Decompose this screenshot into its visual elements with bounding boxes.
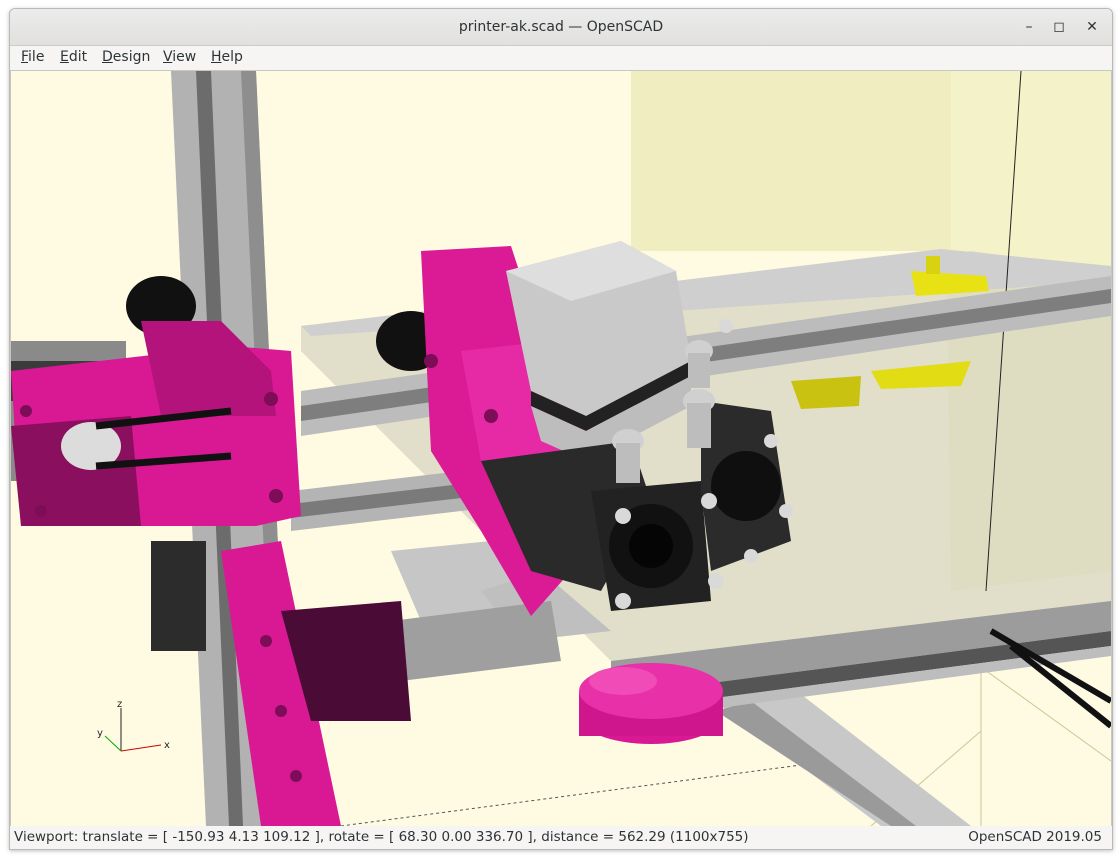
menu-design[interactable]: Design <box>102 49 150 65</box>
build-volume-side <box>631 71 951 251</box>
menu-file[interactable]: File <box>21 49 44 65</box>
menu-design-mnemonic: D <box>102 49 113 65</box>
title-bar[interactable]: printer-ak.scad — OpenSCAD – ◻ ✕ <box>10 9 1112 46</box>
screw <box>20 405 32 417</box>
bowden-fitting-body <box>687 403 711 448</box>
minimize-button[interactable]: – <box>1017 15 1041 39</box>
screw <box>484 409 498 423</box>
version-label: OpenSCAD 2019.05 <box>968 829 1102 845</box>
z-knob-hub <box>589 667 657 695</box>
viewport-status: Viewport: translate = [ -150.93 4.13 109… <box>14 829 749 845</box>
fan-screw <box>744 549 758 563</box>
screw <box>275 705 287 717</box>
yellow-endstop-pin <box>926 256 940 274</box>
3d-viewport[interactable]: z x y <box>10 70 1112 827</box>
fan-screw <box>779 504 793 518</box>
menu-file-label: ile <box>28 49 45 65</box>
menu-design-label: esign <box>112 49 151 65</box>
fan-screw <box>719 319 733 333</box>
fan-screw <box>764 434 778 448</box>
menu-edit-mnemonic: E <box>60 49 69 65</box>
fan-screw <box>701 493 717 509</box>
app-window: printer-ak.scad — OpenSCAD – ◻ ✕ File Ed… <box>9 8 1113 850</box>
menu-help[interactable]: Help <box>211 49 243 65</box>
status-bar: Viewport: translate = [ -150.93 4.13 109… <box>10 826 1112 849</box>
axis-y-label: y <box>97 728 103 739</box>
close-button[interactable]: ✕ <box>1080 15 1104 39</box>
menu-edit[interactable]: Edit <box>60 49 87 65</box>
screw <box>269 489 283 503</box>
menu-edit-label: dit <box>68 49 88 65</box>
axis-gizmo: z x y <box>97 699 170 752</box>
yellow-holder <box>791 376 861 409</box>
screw <box>424 354 438 368</box>
screw <box>290 770 302 782</box>
menu-file-mnemonic: F <box>21 49 29 65</box>
bowden-fitting-body <box>688 353 710 388</box>
maximize-button[interactable]: ◻ <box>1047 15 1071 39</box>
axis-x-label: x <box>164 740 170 751</box>
menu-view-mnemonic: V <box>163 49 173 65</box>
screw <box>260 635 272 647</box>
fan-screw <box>615 593 631 609</box>
viewport-render[interactable]: z x y <box>11 71 1111 826</box>
menu-bar: File Edit Design View Help <box>10 46 1112 70</box>
screw <box>264 392 278 406</box>
menu-help-label: elp <box>221 49 243 65</box>
menu-help-mnemonic: H <box>211 49 222 65</box>
window-title: printer-ak.scad — OpenSCAD <box>458 19 664 35</box>
fan-screw <box>708 573 724 589</box>
z-motor <box>151 541 206 651</box>
left-fan-center <box>629 524 673 568</box>
right-fan-hub <box>711 451 781 521</box>
grid-line <box>340 760 832 826</box>
menu-view[interactable]: View <box>163 49 196 65</box>
fan-screw <box>615 508 631 524</box>
menu-view-label: iew <box>172 49 197 65</box>
axis-z-label: z <box>117 699 122 710</box>
bowden-fitting-body <box>616 443 640 483</box>
screw <box>35 505 47 517</box>
